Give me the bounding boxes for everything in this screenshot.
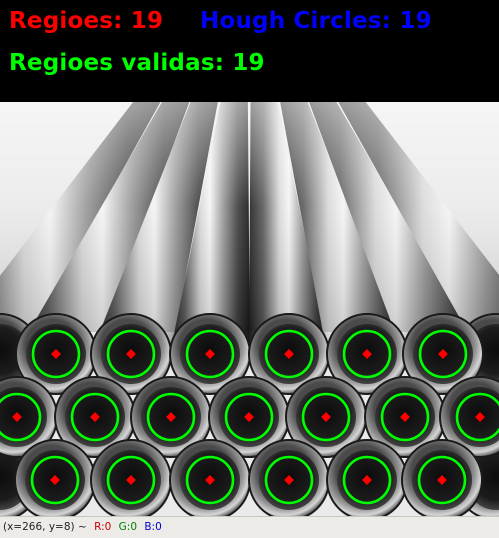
status-bar: (x=266, y=8) ~ R:0 G:0 B:0	[0, 516, 499, 538]
cursor-coords: (x=266, y=8) ~	[3, 521, 87, 533]
hough-circles-count-label: Hough Circles: 19	[200, 8, 432, 34]
pixel-b-value: B:0	[144, 521, 162, 533]
pipe-stack-image	[0, 102, 499, 516]
regioes-count-label: Regioes: 19	[9, 8, 164, 34]
pixel-g-value: G:0	[118, 521, 137, 533]
pixel-r-value: R:0	[94, 521, 112, 533]
valid-regions-count-label: Regioes validas: 19	[9, 50, 265, 76]
overlay-header: Regioes: 19 Hough Circles: 19 Regioes va…	[0, 0, 499, 102]
image-viewer[interactable]: Regioes: 19 Hough Circles: 19 Regioes va…	[0, 0, 499, 538]
